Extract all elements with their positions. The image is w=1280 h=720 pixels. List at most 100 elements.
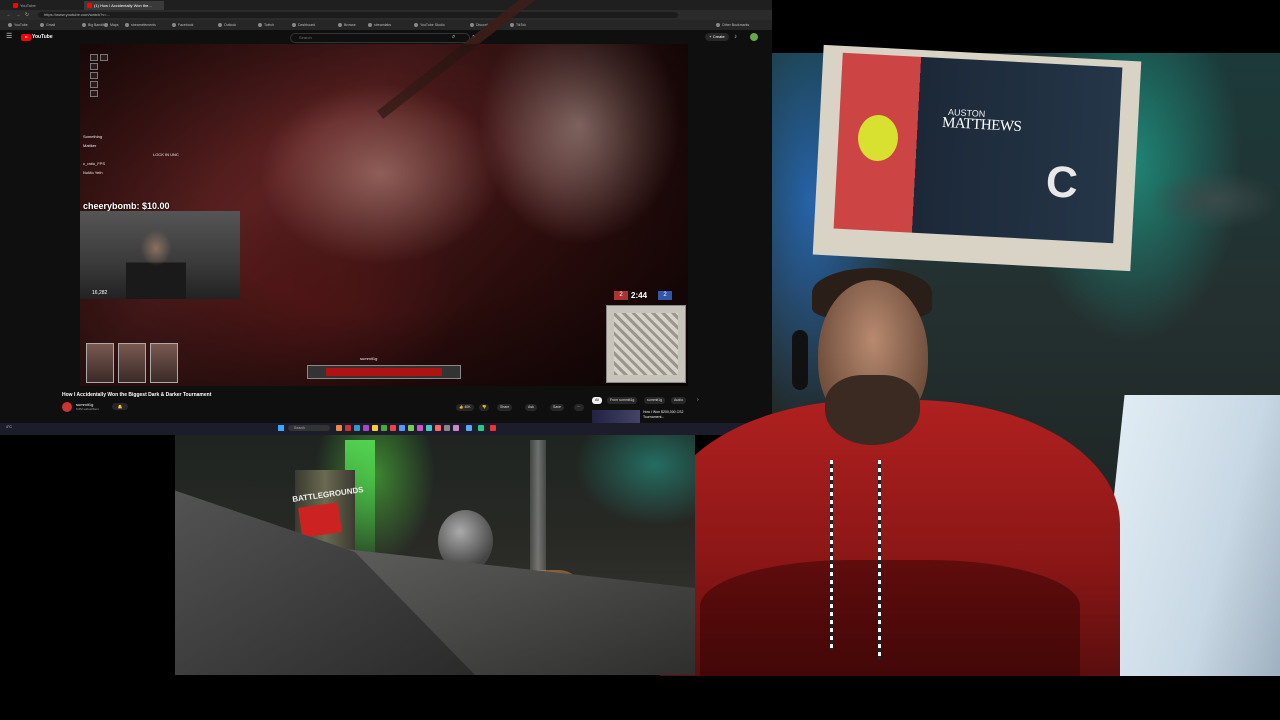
forward-icon[interactable]: →	[15, 12, 21, 18]
tab-youtube[interactable]: YouTube	[10, 1, 80, 10]
taskbar-app-icon[interactable]	[426, 425, 432, 431]
chat-message: LOCK IN UNC	[153, 152, 179, 157]
bookmarks-bar: YouTube Gmail Big Bandit Maps streamelem…	[0, 20, 772, 30]
hoodie-shadow	[700, 560, 1080, 676]
hamburger-menu-icon[interactable]: ☰	[6, 33, 12, 41]
taskbar-app-icon[interactable]	[417, 425, 423, 431]
taskbar-app-icon[interactable]	[408, 425, 414, 431]
glass-bong-neck	[530, 440, 546, 590]
minimap-layout	[614, 313, 678, 375]
poster-captain-letter: C	[1044, 157, 1080, 208]
chat-message: Mattker	[83, 143, 97, 148]
stream-chat: Something Mattker LOCK IN UNC c_ratio_FP…	[83, 132, 243, 177]
recommended-thumbnail[interactable]	[592, 410, 640, 424]
hoodie-drawstring	[830, 460, 833, 650]
chevron-right-icon[interactable]: ›	[697, 397, 699, 404]
search-icon[interactable]: ⌕	[452, 33, 455, 41]
taskbar-app-icon[interactable]	[381, 425, 387, 431]
taskbar-search[interactable]: Search	[288, 425, 330, 431]
search-input[interactable]: Search	[290, 33, 470, 43]
taskbar-app-icon[interactable]	[390, 425, 396, 431]
youtube-favicon-icon	[87, 3, 92, 8]
bookmark-item[interactable]: Dashboard	[292, 22, 315, 28]
subscribed-bell-button[interactable]: 🔔	[112, 403, 128, 410]
avatar[interactable]	[750, 33, 758, 41]
windows-start-icon[interactable]	[278, 425, 284, 431]
background-shelf	[1150, 170, 1280, 230]
tab-video[interactable]: (1) How I Accidentally Won the...	[84, 1, 164, 10]
taskbar-app-icon[interactable]	[363, 425, 369, 431]
team-a-score: 2	[614, 291, 628, 300]
create-button[interactable]: + Create	[705, 33, 729, 41]
bookmark-item[interactable]: Gmail	[40, 22, 55, 28]
bookmark-item[interactable]: TikTok	[510, 22, 526, 28]
chat-message: c_ratio_FPS	[83, 161, 106, 166]
channel-avatar[interactable]	[62, 402, 72, 412]
bookmark-item[interactable]: Twitch	[258, 22, 274, 28]
taskbar-weather[interactable]: 4°C	[6, 425, 12, 429]
youtube-brand[interactable]: YouTube	[32, 34, 53, 41]
chat-message: Something	[83, 134, 103, 139]
can-red-band	[298, 502, 342, 538]
streamer-figure	[126, 226, 186, 299]
bookmark-item[interactable]: Other Bookmarks	[716, 22, 749, 28]
back-icon[interactable]: ←	[6, 12, 12, 18]
bookmark-item[interactable]: Maps	[104, 22, 119, 28]
taskbar-app-icon[interactable]	[490, 425, 496, 431]
taskbar-app-icon[interactable]	[435, 425, 441, 431]
taskbar-app-icon[interactable]	[336, 425, 342, 431]
youtube-logo-icon[interactable]	[21, 34, 31, 41]
match-timer: 2:44	[631, 291, 648, 300]
url-field[interactable]: https://www.youtube.com/watch?v=...	[38, 12, 678, 18]
taskbar-app-icon[interactable]	[444, 425, 450, 431]
notifications-icon[interactable]: ♪	[734, 33, 737, 41]
bookmark-item[interactable]: Outlook	[218, 22, 236, 28]
bookmark-item[interactable]: YouTube	[8, 22, 28, 28]
taskbar-app-icon[interactable]	[399, 425, 405, 431]
dislike-button[interactable]: 👎	[479, 404, 490, 411]
mini-fridge	[1095, 395, 1280, 676]
bookmark-item[interactable]: Browse	[338, 22, 356, 28]
like-button[interactable]: 👍 40K	[456, 404, 474, 411]
channel-subscribers: 6.6M subscribers	[76, 407, 99, 411]
team-b-score: 2	[658, 291, 672, 300]
youtube-favicon-icon	[13, 3, 18, 8]
person-beard	[825, 375, 920, 445]
video-title: How I Accidentally Won the Biggest Dark …	[62, 392, 212, 398]
bookmark-item[interactable]: Facebook	[172, 22, 193, 28]
tab-strip: YouTube (1) How I Accidentally Won the..…	[0, 0, 772, 10]
headphones	[792, 330, 808, 390]
bookmark-item[interactable]: streamlabs	[368, 22, 391, 28]
ask-button[interactable]: Ask	[525, 404, 537, 411]
chip-audio[interactable]: Audio	[671, 397, 686, 404]
party-portrait	[118, 343, 146, 383]
taskbar-app-icon[interactable]	[466, 425, 472, 431]
party-portrait	[150, 343, 178, 383]
taskbar-app-icon[interactable]	[372, 425, 378, 431]
party-portrait	[86, 343, 114, 383]
bookmark-item[interactable]: YouTube Studio	[414, 22, 445, 28]
save-button[interactable]: Save	[550, 404, 564, 411]
bookmark-item[interactable]: streamelements	[125, 22, 156, 28]
recommended-title[interactable]: How I Won $200,000 CS2 Tournament...	[643, 410, 703, 420]
chip-all[interactable]: All	[592, 397, 602, 404]
inventory-slot	[90, 63, 98, 70]
kill-feed-line	[560, 50, 685, 56]
chat-message: NoMo Yeth	[83, 170, 103, 175]
player-name: summit1g	[360, 356, 378, 361]
kill-feed	[560, 50, 685, 56]
taskbar-app-icon[interactable]	[345, 425, 351, 431]
share-button[interactable]: Share	[497, 404, 513, 411]
reload-icon[interactable]: ↻	[24, 12, 30, 18]
more-actions-button[interactable]: ···	[574, 404, 584, 411]
taskbar-app-icon[interactable]	[354, 425, 360, 431]
inventory-slot	[90, 81, 98, 88]
tab-label: YouTube	[20, 3, 36, 8]
chip-from-channel[interactable]: From summit1g	[607, 397, 638, 404]
chip-channel[interactable]: summit1g	[644, 397, 666, 404]
bookmark-item[interactable]: Big Bandit	[82, 22, 104, 28]
hoodie-drawstring	[878, 460, 881, 660]
inventory-slot	[90, 90, 98, 97]
taskbar-app-icon[interactable]	[478, 425, 484, 431]
taskbar-app-icon[interactable]	[453, 425, 459, 431]
